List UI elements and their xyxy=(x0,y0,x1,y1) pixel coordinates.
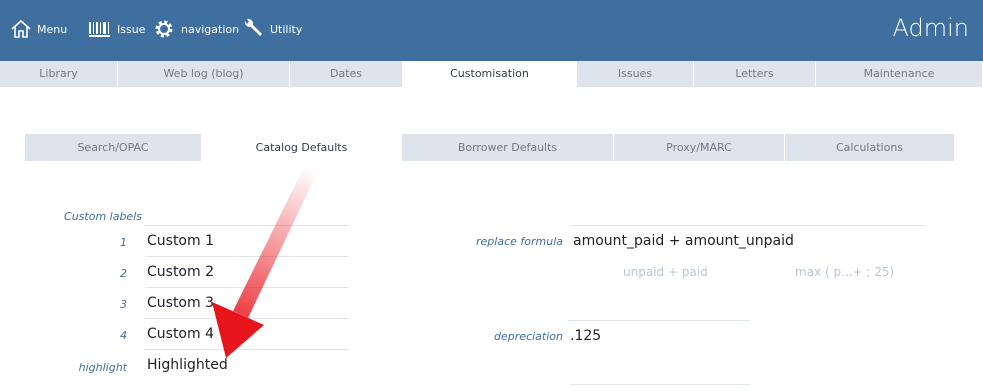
menu-button[interactable]: Menu xyxy=(10,12,67,46)
custom-label-4-field[interactable]: Custom 4 xyxy=(145,318,348,349)
home-icon xyxy=(10,18,32,40)
depreciation-field[interactable]: .125 xyxy=(568,320,750,351)
tab-library[interactable]: Library xyxy=(0,61,118,87)
admin-title: Admin xyxy=(892,14,970,42)
subtab-borrower-defaults[interactable]: Borrower Defaults xyxy=(402,134,614,161)
tab-issues[interactable]: Issues xyxy=(577,61,694,87)
navigation-label: navigation xyxy=(181,22,240,36)
tab-customisation[interactable]: Customisation xyxy=(403,61,577,87)
custom-label-1-field[interactable]: Custom 1 xyxy=(145,225,348,256)
custom-labels-heading: Custom labels xyxy=(64,210,142,223)
replace-formula-field[interactable]: amount_paid + amount_unpaid xyxy=(571,225,925,256)
top-bar: Menu Issue navigation Utility Admin xyxy=(0,0,983,61)
formula-hint-max: max ( p...+ ; 25) xyxy=(795,265,895,279)
highlight-field[interactable]: Highlighted xyxy=(145,349,348,380)
next-field[interactable] xyxy=(570,384,750,391)
formula-hint-unpaid-paid: unpaid + paid xyxy=(623,265,708,279)
custom-label-number: 2 xyxy=(120,267,127,280)
wrench-icon xyxy=(241,17,265,41)
custom-label-3-field[interactable]: Custom 3 xyxy=(145,287,348,318)
depreciation-label: depreciation xyxy=(494,330,563,343)
custom-label-number: 1 xyxy=(120,236,127,249)
barcode-icon xyxy=(88,19,112,39)
tab-dates[interactable]: Dates xyxy=(290,61,403,87)
custom-label-number: 3 xyxy=(120,298,127,311)
menu-label: Menu xyxy=(37,22,68,36)
main-tabs: Library Web log (blog) Dates Customisati… xyxy=(0,61,983,87)
subtab-proxy-marc[interactable]: Proxy/MARC xyxy=(614,134,785,161)
tab-letters[interactable]: Letters xyxy=(694,61,816,87)
utility-button[interactable]: Utility xyxy=(241,12,302,46)
issue-button[interactable]: Issue xyxy=(88,12,145,46)
highlight-label: highlight xyxy=(78,361,127,374)
gear-icon xyxy=(152,17,176,41)
tab-maintenance[interactable]: Maintenance xyxy=(816,61,983,87)
custom-label-2-field[interactable]: Custom 2 xyxy=(145,256,348,287)
utility-label: Utility xyxy=(270,22,303,36)
custom-label-number: 4 xyxy=(120,329,127,342)
subtab-catalog-defaults[interactable]: Catalog Defaults xyxy=(202,134,402,161)
replace-formula-label: replace formula xyxy=(476,235,563,248)
subtab-search-opac[interactable]: Search/OPAC xyxy=(25,134,202,161)
issue-label: Issue xyxy=(117,22,146,36)
subtab-calculations[interactable]: Calculations xyxy=(785,134,955,161)
tab-web-log[interactable]: Web log (blog) xyxy=(118,61,290,87)
navigation-button[interactable]: navigation xyxy=(152,12,239,46)
